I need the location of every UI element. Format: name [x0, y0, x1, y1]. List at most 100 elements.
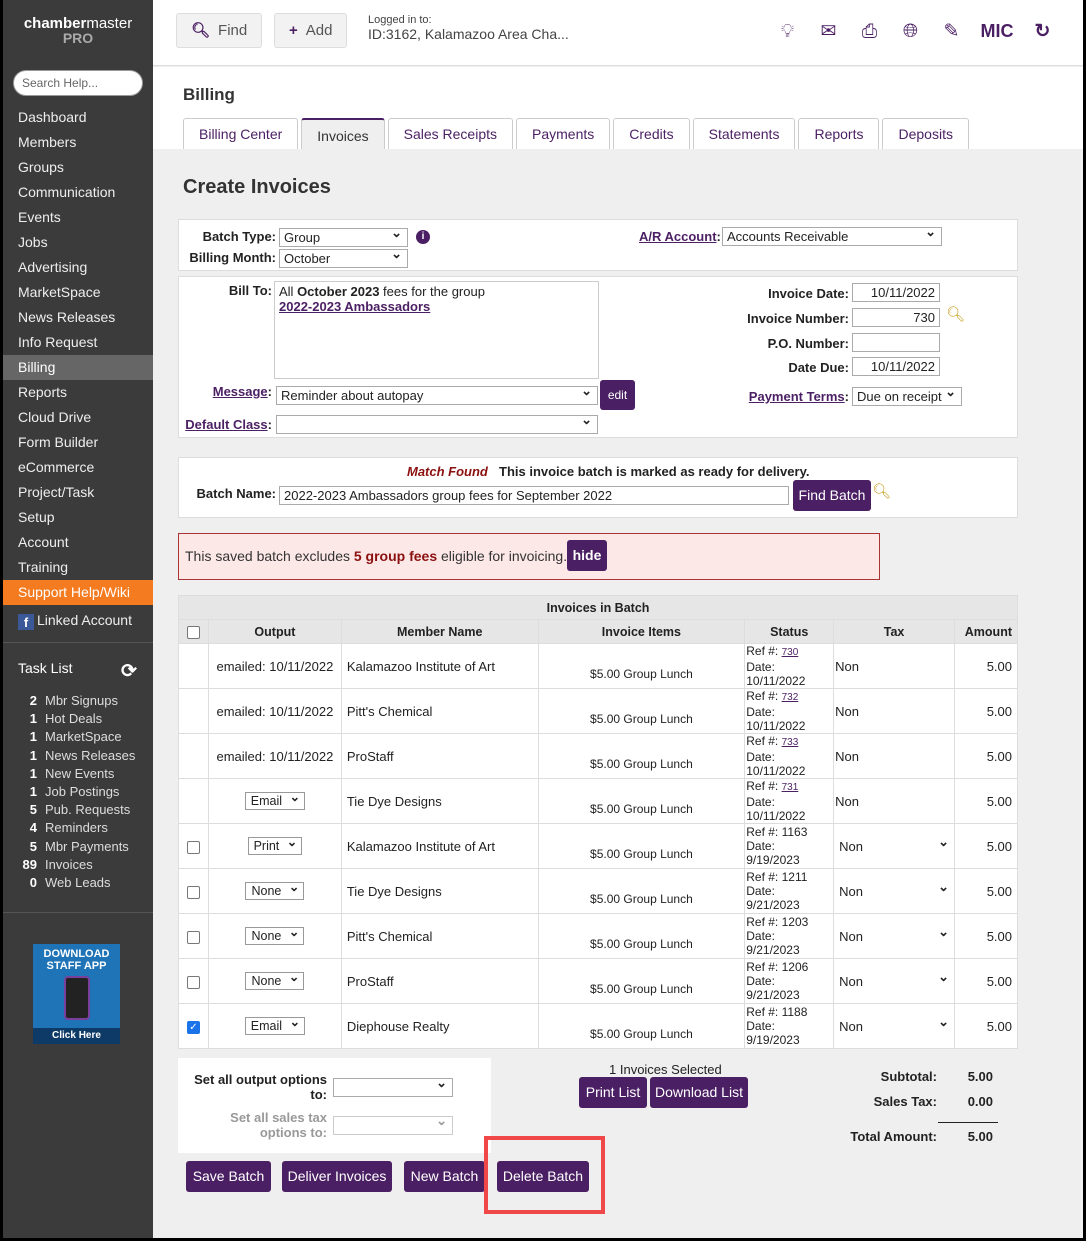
pencil-icon[interactable]: ✎	[931, 20, 972, 43]
tab-invoices[interactable]: Invoices	[301, 118, 385, 149]
payment-terms-link[interactable]: Payment Terms	[749, 389, 845, 404]
sidebar-item-info-request[interactable]: Info Request	[3, 330, 153, 355]
deliver-invoices-button[interactable]: Deliver Invoices	[282, 1161, 392, 1192]
ref-link[interactable]: 730	[782, 647, 799, 658]
sidebar-item-account[interactable]: Account	[3, 530, 153, 555]
sidebar-item-events[interactable]: Events	[3, 205, 153, 230]
tab-deposits[interactable]: Deposits	[882, 118, 969, 149]
output-select[interactable]: None	[245, 879, 305, 900]
select-all-checkbox[interactable]	[186, 625, 200, 639]
sidebar-item-marketspace[interactable]: MarketSpace	[3, 280, 153, 305]
tab-statements[interactable]: Statements	[692, 118, 796, 149]
search-help-input[interactable]: Search Help...	[13, 70, 143, 96]
set-output-select[interactable]	[333, 1078, 453, 1097]
sidebar-item-project-task[interactable]: Project/Task	[3, 480, 153, 505]
billing-month-select[interactable]: October	[279, 249, 408, 268]
row-checkbox[interactable]: ✓	[186, 1020, 200, 1034]
sidebar-item-setup[interactable]: Setup	[3, 505, 153, 530]
sidebar-item-jobs[interactable]: Jobs	[3, 230, 153, 255]
delete-batch-button[interactable]: Delete Batch	[497, 1161, 589, 1192]
date-due-input[interactable]: 10/11/2022	[852, 357, 940, 376]
new-batch-button[interactable]: New Batch	[404, 1161, 485, 1192]
ref-link[interactable]: 731	[782, 782, 799, 793]
edit-message-button[interactable]: edit	[600, 380, 635, 410]
ar-account-link[interactable]: A/R Account	[639, 229, 717, 244]
output-select[interactable]: Email	[244, 1014, 306, 1035]
save-batch-button[interactable]: Save Batch	[186, 1161, 271, 1192]
batch-name-input[interactable]: 2022-2023 Ambassadors group fees for Sep…	[279, 486, 789, 505]
output-select[interactable]: Print	[247, 834, 303, 855]
tab-credits[interactable]: Credits	[613, 118, 690, 149]
task-item[interactable]: 1 New Events	[13, 766, 153, 784]
sidebar-item-support-help-wiki[interactable]: Support Help/Wiki	[3, 580, 153, 605]
group-link[interactable]: 2022-2023 Ambassadors	[279, 299, 430, 314]
tab-billing-center[interactable]: Billing Center	[183, 118, 299, 149]
sidebar-item-reports[interactable]: Reports	[3, 380, 153, 405]
sidebar-item-training[interactable]: Training	[3, 555, 153, 580]
lookup-key-icon[interactable]: 🔍︎	[872, 482, 891, 500]
output-select[interactable]: None	[245, 924, 305, 945]
find-batch-button[interactable]: Find Batch	[793, 480, 871, 511]
sidebar-item-ecommerce[interactable]: eCommerce	[3, 455, 153, 480]
ref-link[interactable]: 732	[782, 692, 799, 703]
find-button[interactable]: 🔍︎ Find	[176, 13, 263, 48]
sidebar-item-billing[interactable]: Billing	[3, 355, 153, 380]
task-item[interactable]: 89 Invoices	[13, 857, 153, 875]
banner-cta[interactable]: Click Here	[33, 1028, 120, 1044]
tax-select[interactable]: Non ⌄	[839, 879, 949, 899]
linked-account-link[interactable]: f Linked Account	[18, 612, 132, 630]
default-class-link[interactable]: Default Class	[185, 417, 267, 432]
row-checkbox[interactable]	[186, 930, 200, 944]
add-button[interactable]: + Add	[274, 13, 348, 48]
default-class-select[interactable]	[276, 415, 598, 434]
mail-icon[interactable]: ✉	[808, 20, 849, 43]
invoice-date-input[interactable]: 10/11/2022	[852, 283, 940, 302]
staff-app-banner[interactable]: DOWNLOAD STAFF APP Click Here	[33, 944, 120, 1044]
sidebar-item-form-builder[interactable]: Form Builder	[3, 430, 153, 455]
task-item[interactable]: 5 Mbr Payments	[13, 839, 153, 857]
ref-link[interactable]: 733	[782, 737, 799, 748]
lightbulb-icon[interactable]: 💡︎	[767, 21, 808, 43]
message-link[interactable]: Message	[213, 384, 268, 399]
task-item[interactable]: 5 Pub. Requests	[13, 802, 153, 820]
task-item[interactable]: 1 News Releases	[13, 748, 153, 766]
lookup-key-icon[interactable]: 🔍︎	[946, 305, 965, 323]
po-number-input[interactable]	[852, 333, 940, 352]
tab-sales-receipts[interactable]: Sales Receipts	[387, 118, 514, 149]
tax-select[interactable]: Non ⌄	[839, 924, 949, 944]
task-item[interactable]: 4 Reminders	[13, 820, 153, 838]
task-item[interactable]: 1 MarketSpace	[13, 729, 153, 747]
sidebar-item-members[interactable]: Members	[3, 130, 153, 155]
sidebar-item-groups[interactable]: Groups	[3, 155, 153, 180]
task-item[interactable]: 1 Job Postings	[13, 784, 153, 802]
row-checkbox[interactable]	[186, 975, 200, 989]
tab-payments[interactable]: Payments	[516, 118, 611, 149]
print-list-button[interactable]: Print List	[579, 1077, 647, 1108]
hide-button[interactable]: hide	[567, 540, 607, 571]
invoice-number-input[interactable]: 730	[852, 308, 940, 327]
output-select[interactable]: Email	[244, 789, 306, 810]
tax-select[interactable]: Non ⌄	[839, 1014, 949, 1034]
sidebar-item-advertising[interactable]: Advertising	[3, 255, 153, 280]
user-initials[interactable]: MIC	[972, 21, 1022, 42]
tab-reports[interactable]: Reports	[798, 118, 880, 149]
row-checkbox[interactable]	[186, 840, 200, 854]
globe-icon[interactable]: 🌐︎	[890, 21, 931, 43]
message-select[interactable]: Reminder about autopay	[276, 386, 598, 405]
refresh-icon[interactable]: ⟳	[121, 660, 137, 683]
row-checkbox[interactable]	[186, 885, 200, 899]
sidebar-item-communication[interactable]: Communication	[3, 180, 153, 205]
logo[interactable]: chambermaster PRO	[3, 0, 153, 46]
batch-type-select[interactable]: Group	[279, 228, 408, 247]
tax-select[interactable]: Non ⌄	[839, 969, 949, 989]
sidebar-item-cloud-drive[interactable]: Cloud Drive	[3, 405, 153, 430]
refresh-icon[interactable]: ↻	[1022, 20, 1063, 43]
info-icon[interactable]: i	[416, 230, 430, 244]
task-item[interactable]: 0 Web Leads	[13, 875, 153, 893]
task-item[interactable]: 2 Mbr Signups	[13, 693, 153, 711]
ar-account-select[interactable]: Accounts Receivable	[722, 227, 942, 246]
task-item[interactable]: 1 Hot Deals	[13, 711, 153, 729]
sidebar-item-news-releases[interactable]: News Releases	[3, 305, 153, 330]
sidebar-item-dashboard[interactable]: Dashboard	[3, 105, 153, 130]
download-list-button[interactable]: Download List	[650, 1077, 748, 1108]
